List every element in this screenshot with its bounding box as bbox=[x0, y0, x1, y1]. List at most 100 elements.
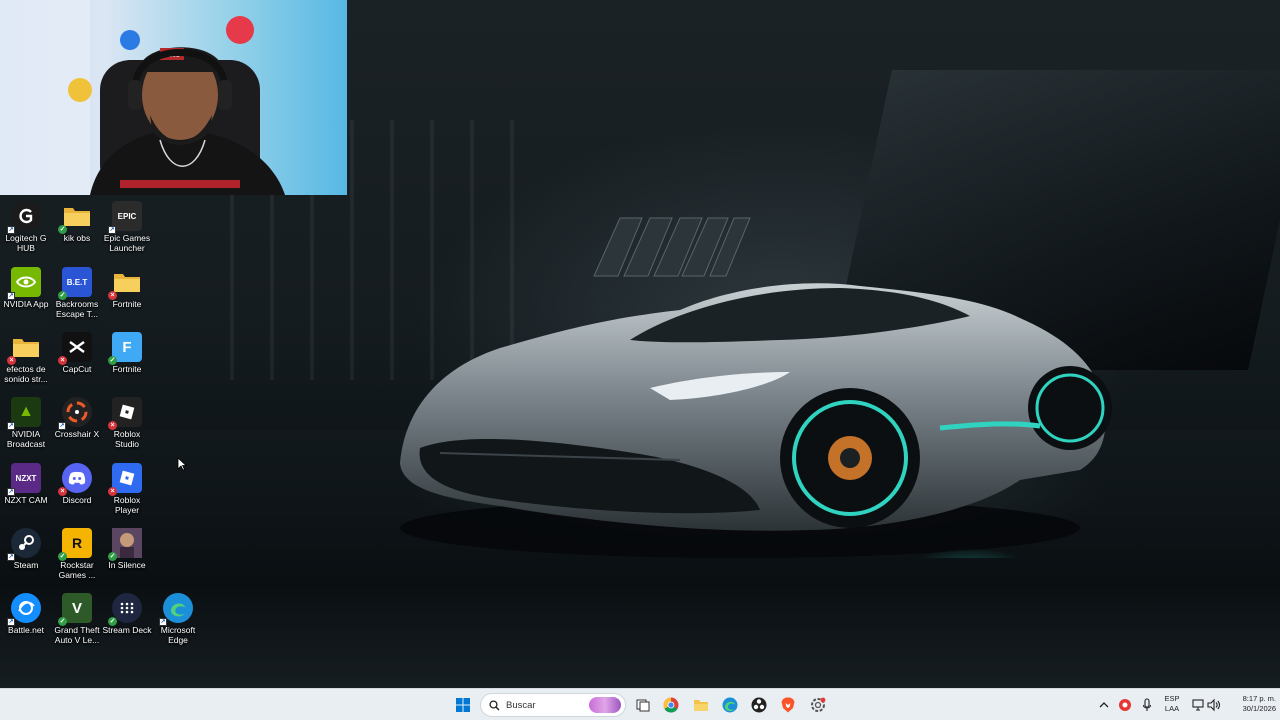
folder-icon: ✓ bbox=[58, 201, 92, 234]
capcut-icon: × bbox=[58, 332, 92, 365]
desktop-shortcut[interactable]: ↗ Microsoft Edge bbox=[152, 588, 204, 645]
volume-icon[interactable] bbox=[1207, 698, 1221, 712]
sync-ok-icon: ✓ bbox=[58, 291, 67, 300]
desktop-shortcut[interactable]: ↗ Logitech G HUB bbox=[0, 196, 52, 253]
desktop-shortcut[interactable]: ✓ In Silence bbox=[101, 523, 153, 570]
search-icon bbox=[489, 699, 500, 710]
keyboard-layout-code: LAA bbox=[1164, 704, 1180, 713]
nvidia-broadcast-icon: ▲ ↗ bbox=[7, 397, 41, 430]
obs-icon bbox=[751, 697, 767, 713]
clock-date: 30/1/2026 bbox=[1242, 704, 1276, 713]
desktop-shortcut-label: CapCut bbox=[62, 364, 92, 374]
desktop-shortcut[interactable]: NZXT ↗ NZXT CAM bbox=[0, 458, 52, 505]
webcam-person: 1239 bbox=[0, 0, 285, 195]
folder-icon: × bbox=[7, 332, 41, 365]
desktop-shortcut-label: kik obs bbox=[63, 233, 91, 243]
file-explorer-icon bbox=[694, 700, 708, 711]
desktop-shortcut[interactable]: × Roblox Studio bbox=[101, 392, 153, 449]
desktop-shortcut[interactable]: × Fortnite bbox=[101, 262, 153, 309]
desktop-shortcut[interactable]: × efectos de sonido str... bbox=[0, 327, 52, 384]
roblox-studio-icon: × bbox=[108, 397, 142, 430]
crosshair-icon: ↗ bbox=[58, 397, 92, 430]
desktop-shortcut[interactable]: ↗ Battle.net bbox=[0, 588, 52, 635]
desktop-shortcut-label: Crosshair X bbox=[54, 429, 100, 439]
desktop-shortcut[interactable]: R ✓ Rockstar Games ... bbox=[51, 523, 103, 580]
file-explorer-taskbar-button[interactable] bbox=[689, 693, 713, 717]
chrome-taskbar-button[interactable] bbox=[659, 693, 683, 717]
search-placeholder: Buscar bbox=[506, 699, 536, 711]
desktop-shortcut-label: Battle.net bbox=[8, 625, 44, 635]
desktop-shortcut[interactable]: EPIC ↗ Epic Games Launcher bbox=[101, 196, 153, 253]
tray-app-icon[interactable] bbox=[1118, 698, 1132, 712]
shortcut-arrow-icon: ↗ bbox=[7, 422, 15, 430]
brave-icon bbox=[781, 697, 795, 713]
desktop-shortcut[interactable]: ↗ Steam bbox=[0, 523, 52, 570]
desktop-shortcut-label: efectos de sonido str... bbox=[4, 364, 48, 384]
task-view-button[interactable] bbox=[631, 693, 655, 717]
nzxt-cam-icon: NZXT ↗ bbox=[7, 463, 41, 496]
desktop-shortcut[interactable]: × Discord bbox=[51, 458, 103, 505]
shortcut-arrow-icon: ↗ bbox=[7, 488, 15, 496]
desktop-shortcut-label: In Silence bbox=[108, 560, 146, 570]
logitech-ghub-icon: ↗ bbox=[7, 201, 41, 234]
wallpaper-car bbox=[400, 283, 1112, 558]
taskbar-clock[interactable]: 8:17 p. m. 30/1/2026 bbox=[1226, 694, 1276, 714]
shortcut-arrow-icon: ↗ bbox=[58, 422, 66, 430]
desktop-shortcut[interactable]: ↗ NVIDIA App bbox=[0, 262, 52, 309]
sync-error-icon: × bbox=[108, 487, 117, 496]
desktop-shortcut[interactable]: × Roblox Player bbox=[101, 458, 153, 515]
windows-start-icon bbox=[456, 698, 470, 712]
edge-taskbar-button[interactable] bbox=[718, 693, 742, 717]
settings-taskbar-button[interactable] bbox=[806, 693, 830, 717]
desktop-shortcut[interactable]: ✓ kik obs bbox=[51, 196, 103, 243]
desktop-shortcut-label: Grand Theft Auto V Le... bbox=[54, 625, 100, 645]
taskbar: Buscar ESP LAA 8:17 p. m. 30/1/2026 bbox=[0, 688, 1280, 720]
desktop-shortcut[interactable]: V ✓ Grand Theft Auto V Le... bbox=[51, 588, 103, 645]
desktop-shortcut-label: Logitech G HUB bbox=[5, 233, 47, 253]
desktop-shortcut-label: Fortnite bbox=[112, 299, 142, 309]
shortcut-arrow-icon: ↗ bbox=[7, 618, 15, 626]
desktop-shortcut-label: Rockstar Games ... bbox=[58, 560, 96, 580]
epic-games-icon: EPIC ↗ bbox=[108, 201, 142, 234]
shortcut-arrow-icon: ↗ bbox=[108, 226, 116, 234]
desktop-shortcut-label: NVIDIA Broadcast bbox=[6, 429, 46, 449]
webcam-overlay: 1239 bbox=[0, 0, 347, 195]
desktop-shortcut[interactable]: ✓ Stream Deck bbox=[101, 588, 153, 635]
sync-error-icon: × bbox=[108, 421, 117, 430]
sync-ok-icon: ✓ bbox=[108, 552, 117, 561]
desktop-shortcut-label: NVIDIA App bbox=[3, 299, 49, 309]
network-icon[interactable] bbox=[1192, 699, 1206, 711]
desktop-shortcut-label: Epic Games Launcher bbox=[103, 233, 151, 253]
nvidia-icon: ↗ bbox=[7, 267, 41, 300]
start-button[interactable] bbox=[451, 693, 475, 717]
desktop-shortcut[interactable]: ▲ ↗ NVIDIA Broadcast bbox=[0, 392, 52, 449]
desktop-shortcut[interactable]: ↗ Crosshair X bbox=[51, 392, 103, 439]
microphone-icon[interactable] bbox=[1142, 698, 1152, 712]
search-highlight-image bbox=[589, 697, 621, 713]
edge-icon bbox=[722, 697, 738, 713]
sync-error-icon: × bbox=[7, 356, 16, 365]
shortcut-arrow-icon: ↗ bbox=[159, 618, 167, 626]
desktop-shortcut[interactable]: × CapCut bbox=[51, 327, 103, 374]
sync-ok-icon: ✓ bbox=[58, 225, 67, 234]
folder-icon: × bbox=[108, 267, 142, 300]
language-indicator[interactable]: ESP LAA bbox=[1161, 694, 1183, 714]
edge-icon: ↗ bbox=[159, 593, 193, 626]
shortcut-arrow-icon: ↗ bbox=[7, 292, 15, 300]
taskbar-search-box[interactable]: Buscar bbox=[480, 693, 626, 717]
desktop-shortcut-label: Discord bbox=[62, 495, 92, 505]
backrooms-game-icon: B.E.T ✓ bbox=[58, 267, 92, 300]
sync-ok-icon: ✓ bbox=[108, 356, 117, 365]
desktop-shortcut[interactable]: B.E.T ✓ Backrooms Escape T... bbox=[51, 262, 103, 319]
discord-icon: × bbox=[58, 463, 92, 496]
rockstar-icon: R ✓ bbox=[58, 528, 92, 561]
obs-taskbar-button[interactable] bbox=[747, 693, 771, 717]
show-hidden-icons-chevron-icon[interactable] bbox=[1099, 701, 1109, 709]
desktop-shortcut-label: NZXT CAM bbox=[4, 495, 48, 505]
brave-taskbar-button[interactable] bbox=[776, 693, 800, 717]
desktop-shortcut-label: Roblox Studio bbox=[113, 429, 141, 449]
desktop-shortcut[interactable]: F ✓ Fortnite bbox=[101, 327, 153, 374]
desktop-shortcut-label: Fortnite bbox=[112, 364, 142, 374]
shortcut-arrow-icon: ↗ bbox=[7, 226, 15, 234]
fortnite-icon: F ✓ bbox=[108, 332, 142, 365]
